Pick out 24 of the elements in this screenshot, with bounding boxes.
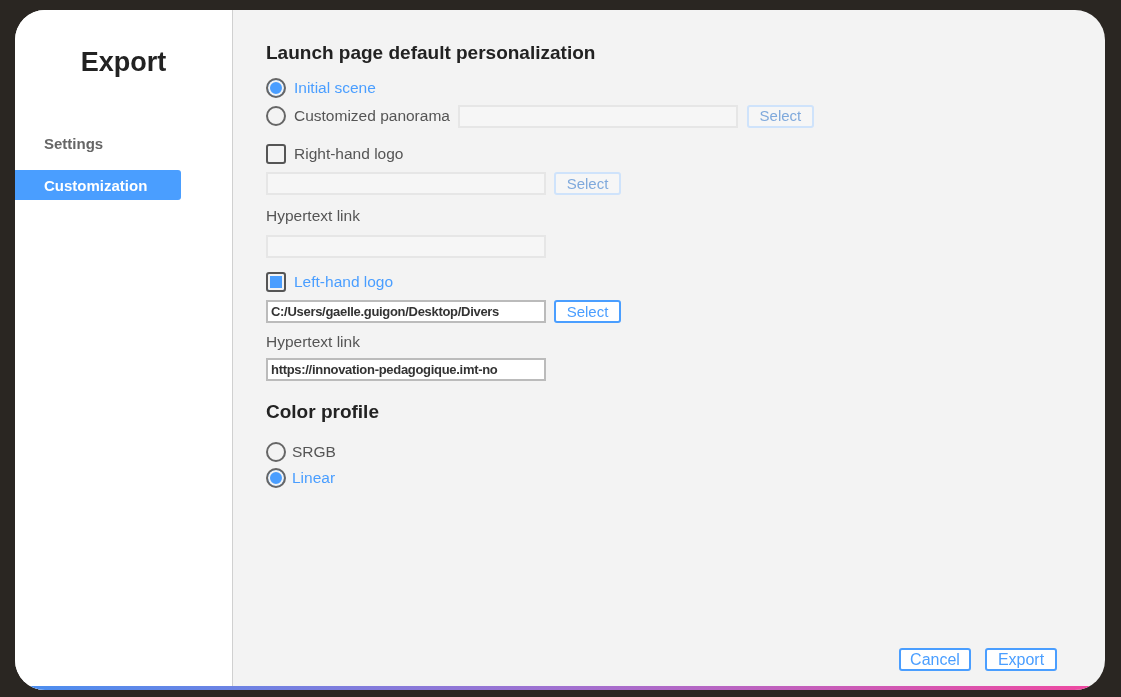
- radio-button[interactable]: [266, 442, 286, 462]
- section-heading: Color profile: [266, 401, 380, 423]
- checkbox[interactable]: [266, 144, 286, 164]
- dialog-title: Export: [79, 46, 168, 79]
- radio-button[interactable]: [266, 78, 286, 98]
- checkbox-label[interactable]: Left-hand logo: [294, 270, 394, 294]
- option-label[interactable]: Linear: [292, 466, 336, 490]
- option-label[interactable]: SRGB: [292, 440, 336, 464]
- sidebar-item[interactable]: Settings: [15, 127, 181, 158]
- radio-button[interactable]: [266, 106, 286, 126]
- option-label[interactable]: Customized panorama: [294, 104, 450, 128]
- option-label[interactable]: Initial scene: [294, 76, 376, 100]
- section-heading: Launch page default personalization: [266, 42, 597, 64]
- select-button[interactable]: Select: [554, 300, 621, 323]
- checkbox-label[interactable]: Right-hand logo: [294, 142, 404, 166]
- sidebar-item[interactable]: Customization: [15, 169, 181, 200]
- link-field[interactable]: https://innovation-pedagogique.imt-no: [266, 358, 546, 381]
- field-label: Hypertext link: [266, 207, 361, 225]
- field-label: Hypertext link: [266, 333, 361, 351]
- checkbox[interactable]: [266, 272, 286, 292]
- radio-button[interactable]: [266, 468, 286, 488]
- dialog-button[interactable]: Cancel: [899, 648, 971, 671]
- file-path-field[interactable]: C:/Users/gaelle.guigon/Desktop/Divers: [266, 300, 546, 323]
- dialog-button[interactable]: Export: [985, 648, 1057, 671]
